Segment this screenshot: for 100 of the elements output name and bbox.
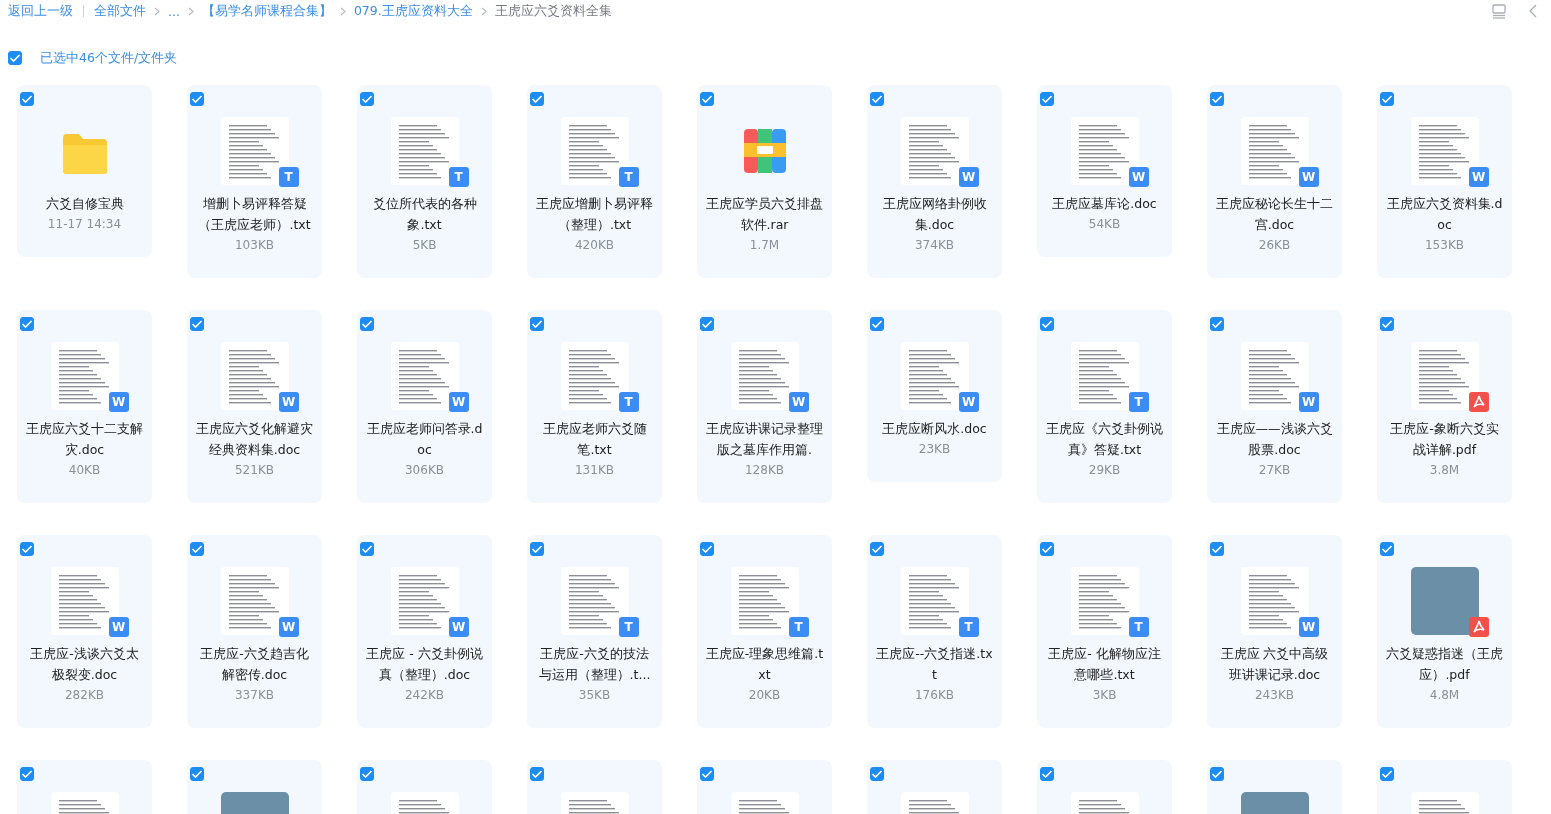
file-checkbox[interactable] (360, 542, 374, 556)
file-card[interactable]: W 王虎应秘论长生十二宫.doc 26KB (1207, 85, 1342, 278)
file-name: 王虎应-浅谈六爻太极裂变.doc (29, 645, 140, 684)
file-card[interactable]: W 王虎应-浅谈六爻太极裂变.doc 282KB (17, 535, 152, 728)
back-link[interactable]: 返回上一级 (8, 2, 73, 20)
file-card[interactable]: W 王虎应 - 六爻卦例说真（整理）.doc 242KB (357, 535, 492, 728)
file-checkbox[interactable] (530, 767, 544, 781)
file-card[interactable]: T 王虎应- 化解物应注意哪些.txt 3KB (1037, 535, 1172, 728)
file-meta: 3.8M (1429, 462, 1460, 479)
file-checkbox[interactable] (530, 317, 544, 331)
pdf-badge-icon (1468, 392, 1489, 412)
file-checkbox[interactable] (700, 92, 714, 106)
file-checkbox[interactable] (870, 542, 884, 556)
word-file-badge: W (108, 617, 129, 637)
file-checkbox[interactable] (1040, 542, 1054, 556)
folder-icon (60, 132, 109, 176)
file-meta: 282KB (65, 687, 104, 704)
file-checkbox[interactable] (360, 767, 374, 781)
file-card[interactable]: 六爻疑惑指迷（王虎应）.pdf 4.8M (1377, 535, 1512, 728)
file-checkbox[interactable] (530, 542, 544, 556)
file-checkbox[interactable] (190, 92, 204, 106)
word-file-badge: W (958, 392, 979, 412)
file-name: 王虎应秘论长生十二宫.doc (1215, 195, 1334, 234)
file-checkbox[interactable] (870, 92, 884, 106)
file-checkbox[interactable] (1210, 317, 1224, 331)
file-checkbox[interactable] (1040, 92, 1054, 106)
file-checkbox[interactable] (1380, 317, 1394, 331)
file-card[interactable]: W 王虎应讲课记录整理版之墓库作用篇. 128KB (697, 310, 832, 503)
breadcrumb-item[interactable]: ... (168, 3, 180, 19)
file-card[interactable]: W 王虎应墓库论.doc 54KB (1037, 85, 1172, 257)
file-checkbox[interactable] (360, 317, 374, 331)
file-card[interactable]: T 王虎应老师六爻随笔.txt 131KB (527, 310, 662, 503)
file-checkbox[interactable] (190, 542, 204, 556)
file-checkbox[interactable] (1040, 317, 1054, 331)
breadcrumb-chevron-icon (480, 6, 487, 16)
file-name: 王虎应-理象思维篇.txt (705, 645, 824, 684)
file-checkbox[interactable] (1210, 92, 1224, 106)
text-file-badge: T (618, 167, 639, 187)
file-name: 王虎应六爻化解避灾经典资料集.doc (195, 420, 314, 459)
file-checkbox[interactable] (1380, 92, 1394, 106)
file-card[interactable]: T 王虎应《六爻卦例说真》答疑.txt 29KB (1037, 310, 1172, 503)
file-card[interactable]: T 王虎应增删卜易评释（整理）.txt 420KB (527, 85, 662, 278)
file-checkbox[interactable] (530, 92, 544, 106)
file-meta: 29KB (1088, 462, 1121, 479)
file-checkbox[interactable] (360, 92, 374, 106)
file-card[interactable]: W 王虎应——浅谈六爻股票.doc 27KB (1207, 310, 1342, 503)
file-checkbox[interactable] (870, 767, 884, 781)
file-checkbox[interactable] (700, 767, 714, 781)
file-name: 王虎应老师问答录.doc (365, 420, 484, 459)
breadcrumb-item[interactable]: 079.王虎应资料大全 (353, 2, 473, 20)
breadcrumb-item[interactable]: 【易学名师课程合集】 (201, 2, 332, 20)
file-checkbox[interactable] (20, 92, 34, 106)
file-card[interactable]: T 王虎应-理象思维篇.txt 20KB (697, 535, 832, 728)
file-card[interactable]: W 王虎应六爻化解避灾经典资料集.doc 521KB (187, 310, 322, 503)
file-card[interactable]: W 王虎应网络卦例收集.doc 374KB (867, 85, 1002, 278)
file-checkbox[interactable] (1210, 542, 1224, 556)
breadcrumb-item[interactable]: 全部文件 (94, 2, 146, 20)
file-card[interactable]: W 王虎应六爻资料集.doc 153KB (1377, 85, 1512, 278)
file-card[interactable]: 六爻自修宝典 11-17 14:34 (17, 85, 152, 257)
file-card[interactable]: 王虎应-象断六爻实战详解.pdf 3.8M (1377, 310, 1512, 503)
word-file-badge: W (1298, 167, 1319, 187)
file-card[interactable]: T 王虎应--六爻指迷.txt 176KB (867, 535, 1002, 728)
word-file-badge: W (278, 392, 299, 412)
file-checkbox[interactable] (700, 317, 714, 331)
chevron-left-icon[interactable] (1529, 4, 1537, 18)
file-meta: 40KB (68, 462, 101, 479)
file-name: 王虎应-象断六爻实战详解.pdf (1389, 420, 1500, 459)
select-all-checkbox[interactable] (8, 51, 22, 65)
file-checkbox[interactable] (20, 767, 34, 781)
file-card[interactable]: W 王虎应六爻十二支解灾.doc 40KB (17, 310, 152, 503)
file-checkbox[interactable] (20, 542, 34, 556)
file-card[interactable]: W 王虎应 六爻中高级班讲课记录.doc 243KB (1207, 535, 1342, 728)
file-card[interactable]: T 王虎应-六爻的技法与运用（整理）.t... 35KB (527, 535, 662, 728)
file-checkbox[interactable] (1380, 542, 1394, 556)
selection-count-label: 已选中46个文件/文件夹 (40, 49, 178, 67)
file-checkbox[interactable] (1380, 767, 1394, 781)
file-card[interactable]: T 增删卜易评释答疑（王虎应老师）.txt 103KB (187, 85, 322, 278)
file-card[interactable]: W 王虎应断风水.doc 23KB (867, 310, 1002, 482)
panel-icon[interactable] (1491, 3, 1507, 19)
file-checkbox[interactable] (190, 317, 204, 331)
file-card[interactable]: W 王虎应老师问答录.doc 306KB (357, 310, 492, 503)
file-meta: 176KB (915, 687, 954, 704)
file-meta: 27KB (1258, 462, 1291, 479)
breadcrumb-item[interactable]: 王虎应六爻资料全集 (494, 2, 612, 20)
pdf-badge-icon (1468, 617, 1489, 637)
file-meta: 11-17 14:34 (47, 216, 122, 233)
word-file-badge: W (448, 392, 469, 412)
file-name: 王虎应增删卜易评释（整理）.txt (535, 195, 654, 234)
file-meta: 35KB (578, 687, 611, 704)
file-checkbox[interactable] (190, 767, 204, 781)
file-card[interactable]: T 爻位所代表的各种象.txt 5KB (357, 85, 492, 278)
file-checkbox[interactable] (1040, 767, 1054, 781)
file-checkbox[interactable] (700, 542, 714, 556)
file-checkbox[interactable] (20, 317, 34, 331)
file-card[interactable]: W 王虎应-六爻趋吉化解密传.doc 337KB (187, 535, 322, 728)
file-checkbox[interactable] (870, 317, 884, 331)
file-card[interactable]: 王虎应学员六爻排盘软件.rar 1.7M (697, 85, 832, 278)
file-meta: 3KB (1092, 687, 1117, 704)
file-name: 王虎应-六爻趋吉化解密传.doc (199, 645, 310, 684)
file-checkbox[interactable] (1210, 767, 1224, 781)
